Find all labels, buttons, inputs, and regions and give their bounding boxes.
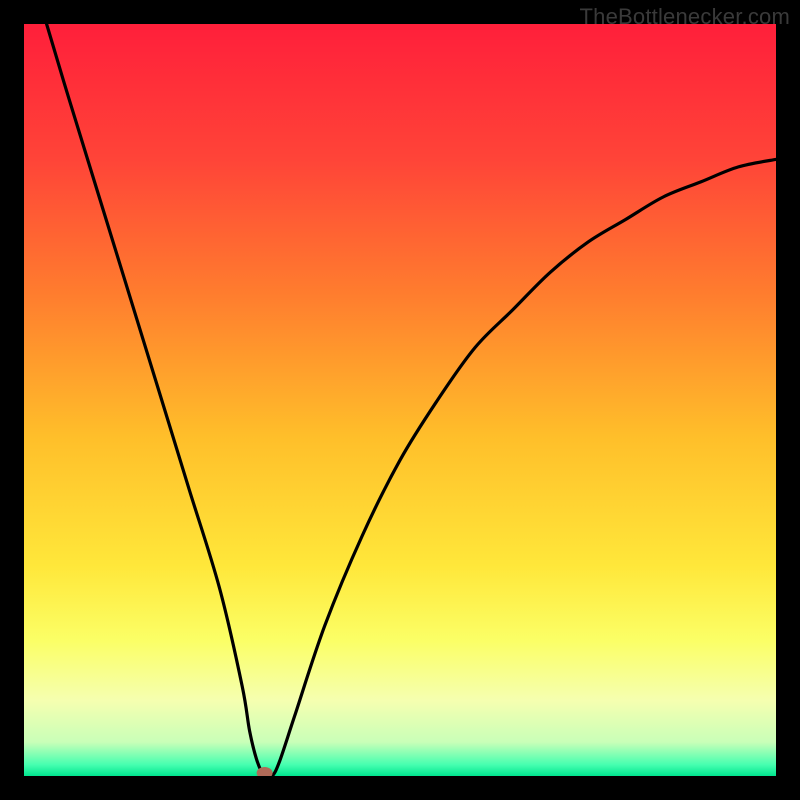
bottleneck-chart xyxy=(24,24,776,776)
plot-area xyxy=(24,24,776,776)
gradient-background xyxy=(24,24,776,776)
chart-frame: TheBottlenecker.com xyxy=(0,0,800,800)
